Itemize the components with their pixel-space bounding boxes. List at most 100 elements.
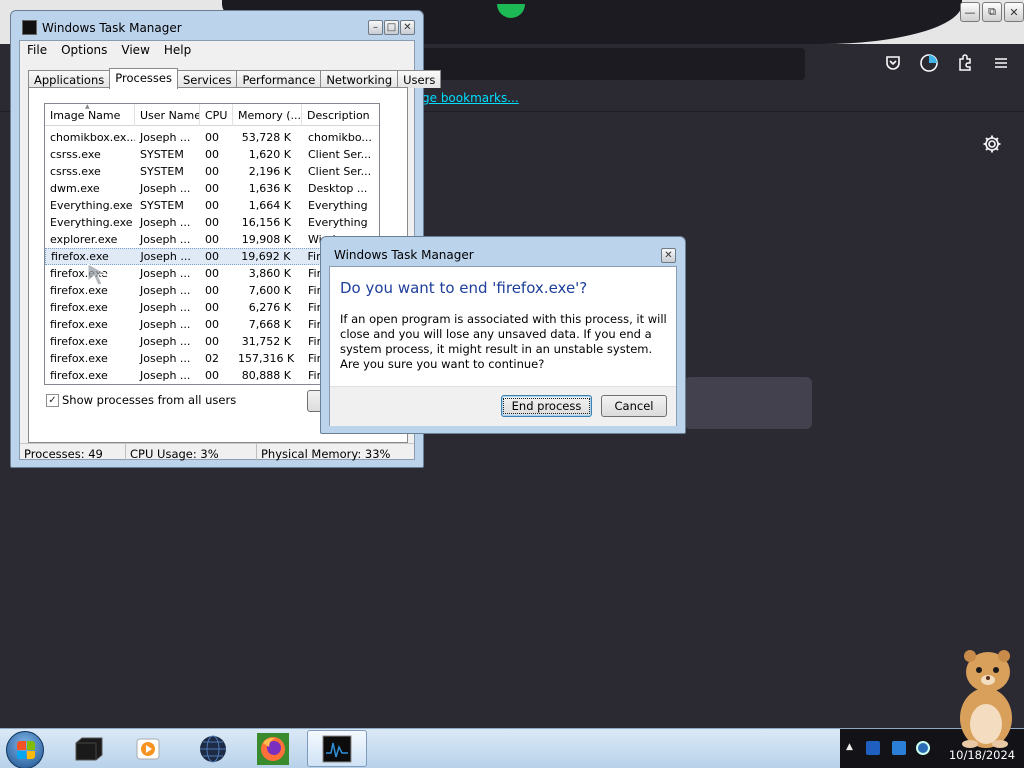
process-memory: 16,156 K bbox=[241, 216, 291, 229]
process-memory: 3,860 K bbox=[248, 267, 291, 280]
show-all-processes-checkbox[interactable]: ✓ bbox=[46, 393, 59, 407]
process-cpu: 00 bbox=[205, 199, 219, 212]
table-row[interactable]: dwm.exe Joseph ... 00 1,636 K Desktop ... bbox=[45, 180, 379, 197]
process-cpu: 00 bbox=[205, 369, 219, 382]
table-row[interactable]: csrss.exe SYSTEM 00 1,620 K Client Ser... bbox=[45, 146, 379, 163]
url-bar[interactable] bbox=[420, 48, 805, 80]
close-button[interactable]: ✕ bbox=[1004, 2, 1024, 22]
process-description: chomikbo... bbox=[308, 131, 372, 144]
process-cpu: 00 bbox=[205, 250, 220, 263]
process-user-name: Joseph ... bbox=[140, 267, 191, 280]
column-description[interactable]: Description bbox=[302, 104, 379, 126]
process-memory: 19,692 K bbox=[241, 250, 291, 263]
media-player-icon bbox=[136, 738, 160, 759]
task-manager-icon bbox=[322, 735, 352, 762]
tab-applications[interactable]: Applications bbox=[28, 70, 111, 88]
table-row[interactable]: Everything.exe Joseph ... 00 16,156 K Everyt… bbox=[45, 214, 379, 231]
status-processes: Processes: 49 bbox=[20, 444, 126, 461]
taskbar-firefox[interactable] bbox=[245, 730, 301, 767]
process-memory: 6,276 K bbox=[248, 301, 291, 314]
minimize-button[interactable]: — bbox=[960, 2, 980, 22]
process-user-name: Joseph ... bbox=[140, 182, 191, 195]
process-cpu: 00 bbox=[205, 284, 219, 297]
process-cpu: 00 bbox=[205, 267, 219, 280]
dialog-body: Do you want to end 'firefox.exe'? If an … bbox=[329, 266, 677, 426]
end-process-dialog: Windows Task Manager ✕ Do you want to en… bbox=[320, 236, 686, 434]
process-cpu: 00 bbox=[205, 182, 219, 195]
minimize-button[interactable]: – bbox=[368, 20, 383, 35]
taskbar-terminal[interactable] bbox=[60, 730, 116, 767]
column-memory[interactable]: Memory (... bbox=[233, 104, 302, 126]
process-cpu: 00 bbox=[205, 318, 219, 331]
tab-users[interactable]: Users bbox=[397, 70, 442, 88]
task-manager-titlebar[interactable]: Windows Task Manager – □ ✕ bbox=[11, 11, 423, 39]
toolbar-icons bbox=[882, 52, 1012, 74]
table-row[interactable]: Everything.exe SYSTEM 00 1,664 K Everything bbox=[45, 197, 379, 214]
process-image-name: firefox.exe bbox=[50, 318, 108, 331]
process-cpu: 00 bbox=[205, 131, 219, 144]
table-row[interactable]: chomikbox.ex... Joseph ... 00 53,728 K chomi… bbox=[45, 129, 379, 146]
process-user-name: Joseph ... bbox=[140, 301, 191, 314]
tab-processes[interactable]: Processes bbox=[109, 68, 178, 89]
process-image-name: firefox.exe bbox=[50, 301, 108, 314]
tray-network-icon[interactable] bbox=[892, 741, 906, 755]
process-user-name: SYSTEM bbox=[140, 148, 184, 161]
maximize-button[interactable]: □ bbox=[384, 20, 399, 35]
tab-performance[interactable]: Performance bbox=[236, 70, 322, 88]
dialog-message: If an open program is associated with th… bbox=[340, 312, 667, 371]
taskbar-media-player[interactable] bbox=[120, 730, 176, 767]
close-button[interactable]: ✕ bbox=[400, 20, 415, 35]
pocket-icon[interactable] bbox=[882, 52, 904, 74]
menu-bar: File Options View Help bbox=[20, 41, 414, 59]
process-user-name: Joseph ... bbox=[140, 250, 191, 263]
taskbar-task-manager[interactable] bbox=[307, 730, 367, 767]
menu-view[interactable]: View bbox=[114, 41, 156, 59]
process-description: Desktop ... bbox=[308, 182, 368, 195]
tray-clock-icon[interactable] bbox=[916, 741, 930, 755]
process-user-name: Joseph ... bbox=[140, 318, 191, 331]
menu-help[interactable]: Help bbox=[157, 41, 198, 59]
restore-button[interactable]: ⧉ bbox=[982, 2, 1002, 22]
menu-options[interactable]: Options bbox=[54, 41, 114, 59]
show-all-processes-option[interactable]: ✓ Show processes from all users bbox=[46, 393, 236, 407]
tab-services[interactable]: Services bbox=[176, 70, 238, 88]
process-image-name: firefox.exe bbox=[50, 335, 108, 348]
taskbar-globe[interactable] bbox=[185, 730, 241, 767]
process-memory: 19,908 K bbox=[241, 233, 291, 246]
terminal-icon bbox=[75, 737, 103, 760]
extensions-icon[interactable] bbox=[954, 52, 976, 74]
cancel-button-label: Cancel bbox=[614, 399, 654, 413]
settings-gear-icon[interactable] bbox=[982, 134, 1004, 156]
column-user-name[interactable]: User Name bbox=[135, 104, 200, 126]
end-process-confirm-label: End process bbox=[502, 398, 591, 414]
start-button[interactable] bbox=[6, 731, 44, 768]
table-row[interactable]: csrss.exe SYSTEM 00 2,196 K Client Ser... bbox=[45, 163, 379, 180]
process-image-name: chomikbox.ex... bbox=[50, 131, 135, 144]
process-image-name: explorer.exe bbox=[50, 233, 118, 246]
tray-app-icon[interactable] bbox=[866, 741, 880, 755]
process-memory: 31,752 K bbox=[241, 335, 291, 348]
account-icon[interactable] bbox=[918, 52, 940, 74]
tab-networking[interactable]: Networking bbox=[320, 70, 399, 88]
menu-file[interactable]: File bbox=[20, 41, 54, 59]
process-image-name: firefox.exe bbox=[50, 352, 108, 365]
dialog-close-button[interactable]: ✕ bbox=[661, 248, 676, 263]
manage-bookmarks-link[interactable]: ge bookmarks... bbox=[422, 91, 519, 105]
process-memory: 157,316 K bbox=[238, 352, 295, 365]
process-image-name: csrss.exe bbox=[50, 148, 101, 161]
status-cpu-usage: CPU Usage: 3% bbox=[126, 444, 257, 461]
cancel-button[interactable]: Cancel bbox=[601, 395, 667, 417]
dialog-heading: Do you want to end 'firefox.exe'? bbox=[340, 279, 588, 297]
process-image-name: Everything.exe bbox=[50, 199, 133, 212]
show-hidden-icons-icon[interactable]: ▲ bbox=[846, 742, 853, 752]
menu-icon[interactable] bbox=[990, 52, 1012, 74]
column-cpu[interactable]: CPU bbox=[200, 104, 233, 126]
column-image-name[interactable]: ▲ Image Name bbox=[45, 104, 135, 126]
process-memory: 1,636 K bbox=[248, 182, 291, 195]
process-image-name: csrss.exe bbox=[50, 165, 101, 178]
status-bar: Processes: 49 CPU Usage: 3% Physical Mem… bbox=[20, 443, 414, 461]
firefox-search-box[interactable] bbox=[684, 377, 812, 429]
end-process-confirm-button[interactable]: End process bbox=[501, 395, 592, 417]
process-cpu: 02 bbox=[205, 352, 219, 365]
dialog-footer: End process Cancel bbox=[330, 386, 676, 426]
